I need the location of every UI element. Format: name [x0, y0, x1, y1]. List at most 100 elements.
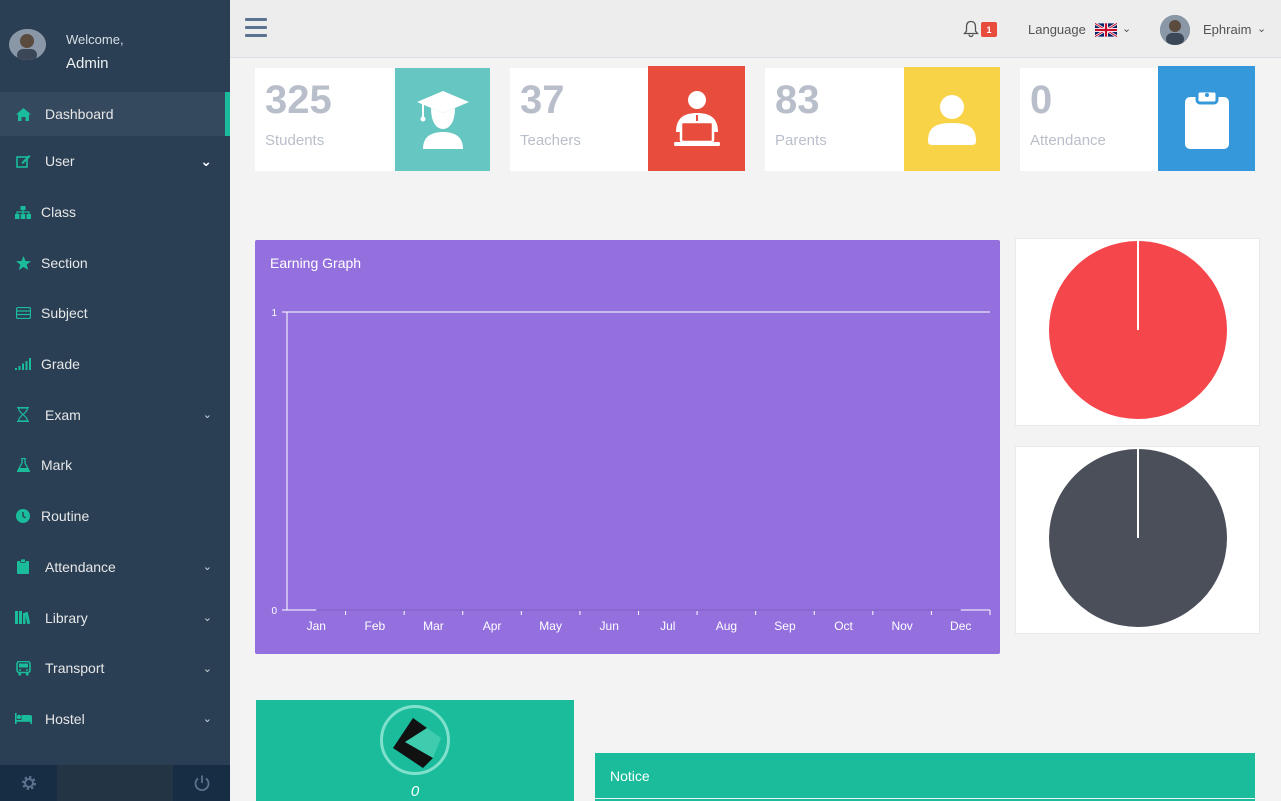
sidebar-item-label: Library: [45, 609, 88, 626]
clock-icon: [14, 509, 32, 524]
sidebar-item-library[interactable]: Library ⌄: [0, 592, 230, 643]
settings-button[interactable]: [0, 765, 57, 801]
profile-name: Admin: [66, 55, 109, 72]
chevron-down-icon: ⌄: [202, 561, 212, 574]
sidebar-item-subject[interactable]: Subject: [0, 288, 230, 339]
sitemap-icon: [14, 205, 32, 219]
stat-card-students[interactable]: 325 Students: [255, 68, 490, 171]
sidebar-item-exam[interactable]: Exam ⌄: [0, 389, 230, 440]
library-icon: [14, 611, 32, 625]
menu-toggle-icon[interactable]: [245, 18, 267, 38]
sidebar-item-label: Class: [41, 204, 77, 221]
chevron-down-icon: ⌄: [202, 409, 212, 422]
profile-card: 0: [256, 700, 574, 801]
sidebar-item-grade[interactable]: Grade: [0, 339, 230, 390]
y-tick-label: 0: [271, 606, 277, 617]
sidebar: Welcome, Admin Dashboard User ⌄ Class Se…: [0, 0, 230, 801]
stat-value: 37: [520, 78, 565, 122]
sidebar-item-routine[interactable]: Routine: [0, 491, 230, 542]
x-tick-label: Jul: [660, 619, 675, 633]
x-tick-label: Nov: [891, 619, 912, 633]
star-icon: [14, 255, 32, 270]
earning-chart: 0 1 Jan Feb Mar Apr May Jun Jul Aug Sep Oct Nov Dec: [271, 308, 991, 633]
x-tick-label: Sep: [774, 619, 796, 633]
sidebar-item-user[interactable]: User ⌄: [0, 136, 230, 187]
stat-value: 0: [1030, 78, 1053, 122]
uk-flag-icon: [1095, 23, 1117, 37]
bell-icon[interactable]: [963, 20, 979, 38]
logo-icon: [380, 705, 450, 775]
sidebar-item-label: User: [45, 153, 75, 170]
divider: [595, 798, 1255, 799]
user-menu[interactable]: Ephraim: [1203, 22, 1251, 37]
sidebar-footer: [0, 765, 230, 801]
user-avatar[interactable]: [1160, 15, 1190, 45]
book-icon: [14, 307, 32, 320]
chevron-down-icon: ⌄: [202, 612, 212, 625]
x-tick-label: May: [539, 619, 562, 633]
sidebar-item-transport[interactable]: Transport ⌄: [0, 643, 230, 694]
x-tick-label: Oct: [834, 619, 853, 633]
sidebar-menu: Dashboard User ⌄ Class Section Subject G…: [0, 92, 230, 744]
bed-icon: [14, 713, 32, 725]
sidebar-item-attendance[interactable]: Attendance ⌄: [0, 542, 230, 593]
x-tick-label: Jan: [307, 619, 326, 633]
avatar[interactable]: [9, 29, 46, 60]
x-tick-label: Jun: [600, 619, 619, 633]
sidebar-item-label: Hostel: [45, 710, 85, 727]
notice-panel: Notice: [595, 753, 1255, 801]
stat-label: Students: [265, 132, 325, 149]
clipboard-icon: [1158, 66, 1255, 171]
clipboard-icon: [14, 559, 32, 575]
notice-title: Notice: [610, 768, 650, 784]
earning-graph-panel: Earning Graph 0 1 Jan Feb Mar Apr May Jun Jul Aug…: [255, 240, 1000, 654]
pie-chart-panel-1: [1015, 238, 1260, 426]
language-dropdown[interactable]: Language: [1028, 22, 1086, 37]
pie-chart-1: [1049, 241, 1227, 419]
power-icon: [194, 775, 209, 792]
notification-badge: 1: [981, 22, 997, 37]
x-tick-label: Dec: [950, 619, 971, 633]
sidebar-item-label: Dashboard: [45, 106, 114, 122]
top-navbar: 1 Language ⌄ Ephraim ⌄: [230, 0, 1281, 58]
gear-icon: [21, 776, 36, 790]
graduate-icon: [395, 68, 490, 171]
sidebar-item-mark[interactable]: Mark: [0, 440, 230, 491]
sidebar-item-label: Subject: [41, 305, 88, 322]
stat-card-attendance[interactable]: 0 Attendance: [1020, 66, 1255, 171]
sidebar-item-class[interactable]: Class: [0, 187, 230, 238]
chevron-down-icon: ⌄: [202, 713, 212, 726]
y-tick-label: 1: [271, 308, 277, 319]
chevron-down-icon: ⌄: [202, 662, 212, 675]
flask-icon: [14, 458, 32, 473]
sidebar-item-label: Mark: [41, 457, 73, 474]
logout-button[interactable]: [173, 765, 230, 801]
bus-icon: [14, 660, 32, 676]
profile-counter: 0: [410, 783, 420, 800]
chevron-down-icon[interactable]: ⌄: [1257, 22, 1266, 35]
sidebar-item-section[interactable]: Section: [0, 237, 230, 288]
x-tick-label: Feb: [365, 619, 386, 633]
sidebar-item-label: Transport: [45, 660, 105, 677]
sidebar-profile: Welcome, Admin: [0, 0, 230, 92]
sidebar-item-label: Exam: [45, 406, 81, 423]
user-icon: [904, 67, 1000, 171]
stat-card-parents[interactable]: 83 Parents: [765, 67, 1000, 171]
stat-card-teachers[interactable]: 37 Teachers: [510, 66, 745, 171]
stat-label: Parents: [775, 132, 827, 149]
x-tick-label: Aug: [716, 619, 737, 633]
sidebar-item-label: Routine: [41, 508, 90, 525]
x-tick-label: Apr: [483, 619, 502, 633]
chevron-down-icon: ⌄: [200, 152, 212, 169]
sidebar-item-label: Attendance: [45, 558, 116, 575]
stat-value: 325: [265, 78, 332, 122]
edit-icon: [14, 154, 32, 169]
home-icon: [14, 107, 32, 121]
hourglass-icon: [14, 407, 32, 423]
stat-value: 83: [775, 78, 820, 122]
sidebar-item-dashboard[interactable]: Dashboard: [0, 92, 230, 136]
sidebar-item-label: Grade: [41, 356, 80, 373]
chevron-down-icon[interactable]: ⌄: [1122, 22, 1131, 35]
pie-chart-2: [1049, 449, 1227, 627]
sidebar-item-hostel[interactable]: Hostel ⌄: [0, 694, 230, 745]
